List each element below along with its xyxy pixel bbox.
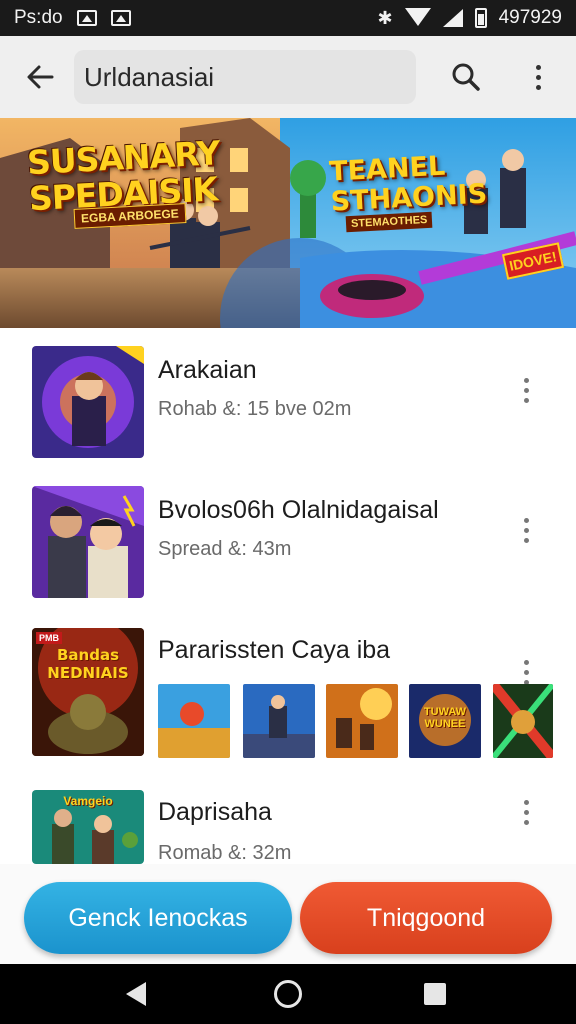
screenshot-thumb-1[interactable] (158, 684, 230, 758)
item-meta: Romab &: 32m (158, 842, 292, 864)
wifi-icon (404, 8, 431, 28)
nav-back-icon[interactable] (126, 982, 146, 1006)
game-list: Arakaian Rohab &: 15 bve 02m Bvolos06h O… (0, 328, 576, 864)
signal-icon (442, 9, 463, 27)
left-action-button[interactable]: Genck Ienockas (24, 882, 292, 954)
left-action-label: Genck Ienockas (68, 903, 248, 932)
item-meta: Spread &: 43m (158, 538, 292, 560)
more-vertical-icon (523, 659, 529, 685)
item-more-button[interactable] (504, 508, 548, 552)
more-vertical-icon (523, 799, 529, 825)
item-more-button[interactable] (504, 368, 548, 412)
battery-icon (474, 8, 487, 28)
nav-home-icon[interactable] (274, 980, 302, 1008)
more-vertical-icon (535, 64, 541, 90)
banner-left-title: SUSANARY SPEDAISIK (26, 133, 221, 219)
screenshot-label: TUWAW WUNEE (423, 706, 467, 730)
list-item[interactable]: Bvolos06h Olalnidagaisal Spread &: 43m (0, 486, 576, 598)
screenshot-art (158, 684, 230, 758)
game-thumbnail (32, 486, 144, 598)
back-button[interactable] (16, 53, 64, 101)
game-thumbnail (32, 346, 144, 458)
screenshot-thumb-2[interactable] (243, 684, 315, 758)
item-title: Daprisaha (158, 798, 272, 826)
status-bar: Ps:do ✱ 497929 (0, 0, 576, 36)
right-action-label: Tniqgoond (366, 903, 486, 932)
list-item[interactable]: PMB Bandas NEDNIAIS Pararissten Caya iba (0, 628, 576, 758)
thumbnail-art (32, 486, 144, 598)
status-value: 497929 (498, 7, 562, 28)
item-title: Bvolos06h Olalnidagaisal (158, 496, 439, 524)
search-input[interactable]: Urldanasiai (74, 50, 416, 104)
back-arrow-icon (27, 65, 54, 89)
status-time: Ps:do (14, 7, 63, 28)
game-thumbnail: Vamgeio (32, 790, 144, 864)
item-more-button[interactable] (504, 790, 548, 834)
thumbnail-title: Vamgeio (63, 794, 113, 808)
screenshot-art (326, 684, 398, 758)
more-options-button[interactable] (514, 53, 562, 101)
screenshot-art (243, 684, 315, 758)
thumbnail-art (32, 346, 144, 458)
item-meta: Rohab &: 15 bve 02m (158, 398, 352, 420)
image-icon (76, 10, 97, 26)
system-navigation-bar (0, 964, 576, 1024)
nav-recents-icon[interactable] (424, 983, 446, 1005)
app-bar: Urldanasiai (0, 36, 576, 118)
right-action-button[interactable]: Tniqgoond (300, 882, 552, 954)
list-item[interactable]: Arakaian Rohab &: 15 bve 02m (0, 346, 576, 458)
game-thumbnail: PMB Bandas NEDNIAIS (32, 628, 144, 756)
screenshot-thumb-5[interactable] (493, 684, 553, 758)
item-title: Arakaian (158, 356, 257, 384)
image-icon (110, 10, 131, 26)
status-right: ✱ 497929 (377, 7, 562, 29)
thumbnail-title: Bandas NEDNIAIS (47, 646, 129, 682)
more-vertical-icon (523, 517, 529, 543)
search-input-value: Urldanasiai (84, 61, 215, 92)
banner-right-title: TEANEL STHAONIS (328, 150, 488, 218)
search-button[interactable] (442, 53, 490, 101)
status-left: Ps:do (14, 7, 131, 29)
more-vertical-icon (523, 377, 529, 403)
search-icon (452, 63, 480, 91)
screenshot-thumb-4[interactable]: TUWAW WUNEE (409, 684, 481, 758)
screenshot-art (493, 684, 553, 758)
screenshot-strip: TUWAW WUNEE (158, 684, 558, 758)
thumbnail-corner-label: PMB (36, 632, 62, 644)
screenshot-thumb-3[interactable] (326, 684, 398, 758)
promo-banner[interactable]: SUSANARY SPEDAISIK EGBA ARBOEGE TEANEL S… (0, 118, 576, 328)
bottom-action-bar: Genck Ienockas Tniqgoond (0, 864, 576, 964)
item-title: Pararissten Caya iba (158, 636, 391, 664)
bluetooth-icon: ✱ (377, 7, 393, 28)
list-item[interactable]: Vamgeio Daprisaha Romab &: 32m (0, 790, 576, 864)
